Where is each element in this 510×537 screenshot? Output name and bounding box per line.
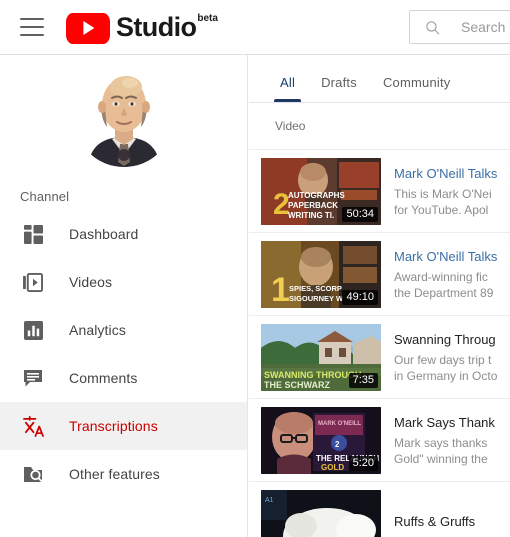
search-box[interactable] xyxy=(409,10,510,44)
avatar-container xyxy=(0,55,247,177)
table-row[interactable]: A1 Ruffs & Gruffs xyxy=(249,482,510,537)
sidebar-item-label: Videos xyxy=(69,274,113,290)
sidebar-section-label: Channel xyxy=(20,189,70,204)
video-meta: Swanning Throug Our few days trip t in G… xyxy=(381,331,497,384)
tab-community[interactable]: Community xyxy=(370,75,464,102)
svg-text:THE SCHWARZ: THE SCHWARZ xyxy=(264,380,330,390)
svg-text:AUTOGRAPHS: AUTOGRAPHS xyxy=(288,191,345,200)
video-title[interactable]: Mark Says Thank xyxy=(394,414,495,432)
sidebar-item-dashboard[interactable]: Dashboard xyxy=(0,210,247,258)
sidebar-item-label: Other features xyxy=(69,466,160,482)
comments-icon xyxy=(21,366,45,390)
video-description-line: Mark says thanks xyxy=(394,435,488,450)
svg-text:WRITING TI.: WRITING TI. xyxy=(288,211,334,220)
list-column-header: Video xyxy=(249,103,510,150)
video-meta: Mark O'Neill Talks This is Mark O'Nei fo… xyxy=(381,165,497,218)
video-duration: 5:20 xyxy=(348,455,378,471)
studio-brand-logo[interactable]: Studio beta xyxy=(66,11,218,44)
video-description-line: Gold" winning the xyxy=(394,451,488,466)
table-row[interactable]: SWANNING THROUGH THE SCHWARZ 7:35 Swanni… xyxy=(249,316,510,399)
table-row[interactable]: 1 SPIES, SCORP SIGOURNEY W 49:10 Mark O'… xyxy=(249,233,510,316)
video-description-line: in Germany in Octo xyxy=(394,368,498,383)
tab-bar: All Drafts Community xyxy=(249,55,510,103)
table-row[interactable]: 2 AUTOGRAPHS PAPERBACK WRITING TI. 50:34… xyxy=(249,150,510,233)
top-bar: Studio beta xyxy=(0,0,510,55)
table-row[interactable]: MARK O'NEILL 2 THE RELAUNCH GOLD 5:20 Ma… xyxy=(249,399,510,482)
video-description-line: Award-winning fic xyxy=(394,269,488,284)
thumbnail-image: A1 xyxy=(261,489,381,537)
svg-text:PAPERBACK: PAPERBACK xyxy=(288,201,338,210)
video-meta: Mark O'Neill Talks Award-winning fic the… xyxy=(381,248,497,301)
svg-text:SWANNING THROUGH: SWANNING THROUGH xyxy=(264,370,362,380)
dashboard-icon xyxy=(21,222,45,246)
sidebar-item-analytics[interactable]: Analytics xyxy=(0,306,247,354)
video-meta: Mark Says Thank Mark says thanks Gold" w… xyxy=(381,414,495,467)
tab-drafts[interactable]: Drafts xyxy=(308,75,370,102)
video-thumbnail[interactable]: A1 xyxy=(261,489,381,537)
video-meta: Ruffs & Gruffs xyxy=(381,513,475,534)
transcriptions-icon xyxy=(21,414,45,438)
svg-text:1: 1 xyxy=(271,271,290,308)
svg-text:A1: A1 xyxy=(265,497,274,504)
search-input[interactable] xyxy=(459,18,510,36)
youtube-play-logo-icon xyxy=(66,12,110,44)
sidebar-item-label: Comments xyxy=(69,370,138,386)
video-title[interactable]: Mark O'Neill Talks xyxy=(394,248,497,266)
tab-label: All xyxy=(280,75,296,90)
svg-text:SIGOURNEY W: SIGOURNEY W xyxy=(289,294,344,303)
video-description-line: This is Mark O'Nei xyxy=(394,186,492,201)
video-thumbnail[interactable]: 1 SPIES, SCORP SIGOURNEY W 49:10 xyxy=(261,240,381,308)
tab-label: Drafts xyxy=(321,75,357,90)
sidebar-item-label: Analytics xyxy=(69,322,126,338)
hamburger-menu-icon[interactable] xyxy=(20,18,44,36)
sidebar-item-videos[interactable]: Videos xyxy=(0,258,247,306)
sidebar-item-label: Dashboard xyxy=(69,226,139,242)
hamburger-line xyxy=(20,26,44,28)
hamburger-line xyxy=(20,34,44,36)
video-title[interactable]: Swanning Throug xyxy=(394,331,497,349)
tab-label: Community xyxy=(382,75,451,90)
video-description-line: the Department 89 xyxy=(394,285,494,300)
sidebar-item-transcriptions[interactable]: Transcriptions xyxy=(0,402,247,450)
search-icon xyxy=(426,20,440,34)
sidebar-item-label: Transcriptions xyxy=(69,418,158,434)
sidebar-item-comments[interactable]: Comments xyxy=(0,354,247,402)
svg-text:GOLD: GOLD xyxy=(321,463,344,472)
video-duration: 50:34 xyxy=(342,206,378,222)
video-duration: 7:35 xyxy=(348,372,378,388)
svg-text:MARK O'NEILL: MARK O'NEILL xyxy=(318,421,361,427)
brand-beta-badge: beta xyxy=(197,12,218,24)
video-title[interactable]: Mark O'Neill Talks xyxy=(394,165,497,183)
video-duration: 49:10 xyxy=(342,289,378,305)
svg-text:2: 2 xyxy=(335,440,340,449)
other-features-icon xyxy=(21,462,45,486)
avatar-photo xyxy=(73,67,174,167)
sidebar: Channel Dashboard Videos Analytics Comme… xyxy=(0,55,248,537)
video-thumbnail[interactable]: 2 AUTOGRAPHS PAPERBACK WRITING TI. 50:34 xyxy=(261,157,381,225)
hamburger-line xyxy=(20,18,44,20)
analytics-icon xyxy=(21,318,45,342)
videos-icon xyxy=(21,270,45,294)
avatar[interactable] xyxy=(73,67,174,167)
brand-title: Studio xyxy=(116,11,197,42)
svg-text:SPIES, SCORP: SPIES, SCORP xyxy=(289,284,342,293)
video-title[interactable]: Ruffs & Gruffs xyxy=(394,513,475,531)
video-description-line: for YouTube. Apol xyxy=(394,202,489,217)
video-thumbnail[interactable]: SWANNING THROUGH THE SCHWARZ 7:35 xyxy=(261,323,381,391)
video-thumbnail[interactable]: MARK O'NEILL 2 THE RELAUNCH GOLD 5:20 xyxy=(261,406,381,474)
sidebar-item-other-features[interactable]: Other features xyxy=(0,450,247,498)
tab-all[interactable]: All xyxy=(267,75,308,102)
column-header-video: Video xyxy=(275,119,306,133)
video-description-line: Our few days trip t xyxy=(394,352,492,367)
main-content: All Drafts Community Video 2 AUTOGRAPHS … xyxy=(249,55,510,537)
